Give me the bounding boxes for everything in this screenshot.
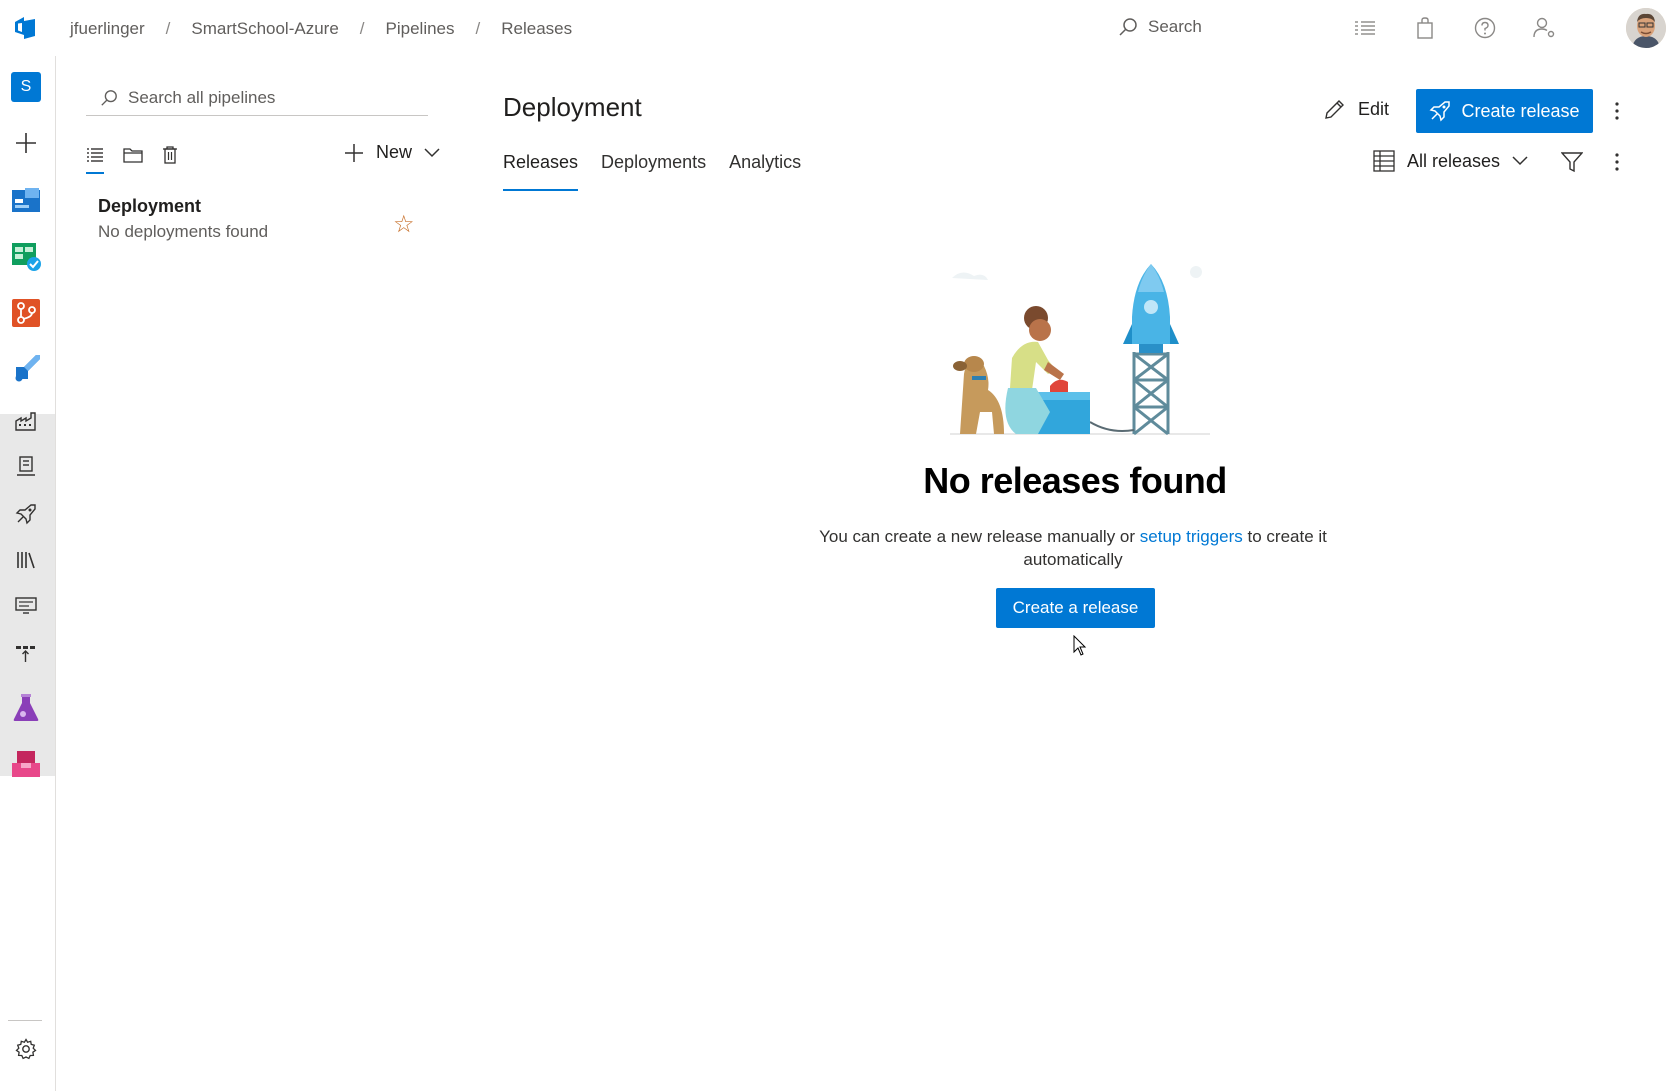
user-settings-icon[interactable] [1533,16,1557,40]
edit-button[interactable]: Edit [1324,98,1389,120]
test-plans-icon[interactable] [9,691,43,725]
azure-devops-logo-icon[interactable] [12,14,40,42]
empty-state-text-before: You can create a new release manually or [819,527,1140,546]
top-bar: jfuerlinger / SmartSchool-Azure / Pipeli… [0,0,1676,56]
add-icon[interactable] [9,126,43,160]
overview-icon[interactable] [9,183,43,217]
pipeline-list-item[interactable]: Deployment No deployments found ☆ [86,190,428,250]
help-icon[interactable] [1473,16,1497,40]
rail-divider [8,1020,42,1021]
left-nav-rail: S [0,56,56,1091]
releases-rocket-icon[interactable] [9,497,43,531]
boards-icon[interactable] [9,239,43,273]
breadcrumb-pipelines[interactable]: Pipelines [386,19,455,39]
empty-state-title: No releases found [923,460,1227,501]
pipeline-status: No deployments found [98,222,269,241]
breadcrumb-separator: / [165,19,171,38]
favorite-star-icon[interactable]: ☆ [393,210,415,239]
edit-label: Edit [1358,98,1390,119]
empty-state-illustration [940,262,1220,440]
search-label: Search [1148,17,1202,36]
library-icon[interactable] [9,543,43,577]
breadcrumb: jfuerlinger / SmartSchool-Azure / Pipeli… [70,19,572,39]
create-release-label: Create release [1461,100,1580,121]
list-view-active-indicator [86,172,104,174]
builds-icon[interactable] [9,404,43,438]
chevron-down-icon [1512,156,1528,166]
folder-view-icon[interactable] [121,143,145,167]
plus-icon [345,143,363,162]
search-icon [101,89,117,106]
table-grid-icon [1373,150,1395,172]
page-title: Deployment [503,92,642,122]
view-selector-dropdown[interactable]: All releases [1373,150,1528,172]
tab-analytics[interactable]: Analytics [729,152,801,191]
create-release-button[interactable]: Create release [1416,89,1593,133]
view-selector-label: All releases [1407,150,1501,171]
artifacts-icon[interactable] [9,747,43,781]
project-avatar[interactable]: S [9,70,43,104]
new-label: New [376,142,413,162]
more-actions-icon[interactable] [1607,97,1627,125]
search-pipelines-input[interactable]: Search all pipelines [86,80,428,116]
chevron-down-icon [424,147,440,157]
create-a-release-button[interactable]: Create a release [996,588,1155,628]
search-pipelines-placeholder: Search all pipelines [128,87,276,107]
pipelines-icon[interactable] [9,352,43,386]
repos-icon[interactable] [9,296,43,330]
breadcrumb-separator: / [475,19,481,38]
breadcrumb-organization[interactable]: jfuerlinger [70,19,145,39]
list-view-icon[interactable] [83,143,107,167]
more-options-icon[interactable] [1607,148,1627,176]
breadcrumb-releases[interactable]: Releases [501,19,572,39]
mouse-pointer-icon [1073,634,1087,657]
empty-state-description: You can create a new release manually or… [808,525,1338,571]
pencil-icon [1325,100,1344,119]
pipeline-name: Deployment [98,196,202,216]
tab-deployments[interactable]: Deployments [601,152,706,191]
marketplace-bag-icon[interactable] [1413,16,1437,40]
search-icon [1119,18,1137,36]
breadcrumb-project[interactable]: SmartSchool-Azure [191,19,338,39]
setup-triggers-link[interactable]: setup triggers [1140,527,1243,546]
deleted-pipelines-trash-icon[interactable] [158,143,182,167]
tab-releases[interactable]: Releases [503,152,579,191]
deployment-groups-icon[interactable] [9,636,43,670]
rocket-icon [1429,101,1451,122]
filter-icon[interactable] [1560,150,1584,174]
project-settings-gear-icon[interactable] [9,1032,43,1066]
work-items-list-icon[interactable] [1353,16,1377,40]
project-initial: S [11,72,41,102]
task-groups-icon[interactable] [9,589,43,623]
tab-bar: Releases Deployments Analytics [503,152,824,191]
user-avatar[interactable] [1626,8,1666,48]
breadcrumb-separator: / [359,19,365,38]
new-pipeline-button[interactable]: New [344,142,440,163]
global-search-box[interactable]: Search [1118,17,1202,37]
